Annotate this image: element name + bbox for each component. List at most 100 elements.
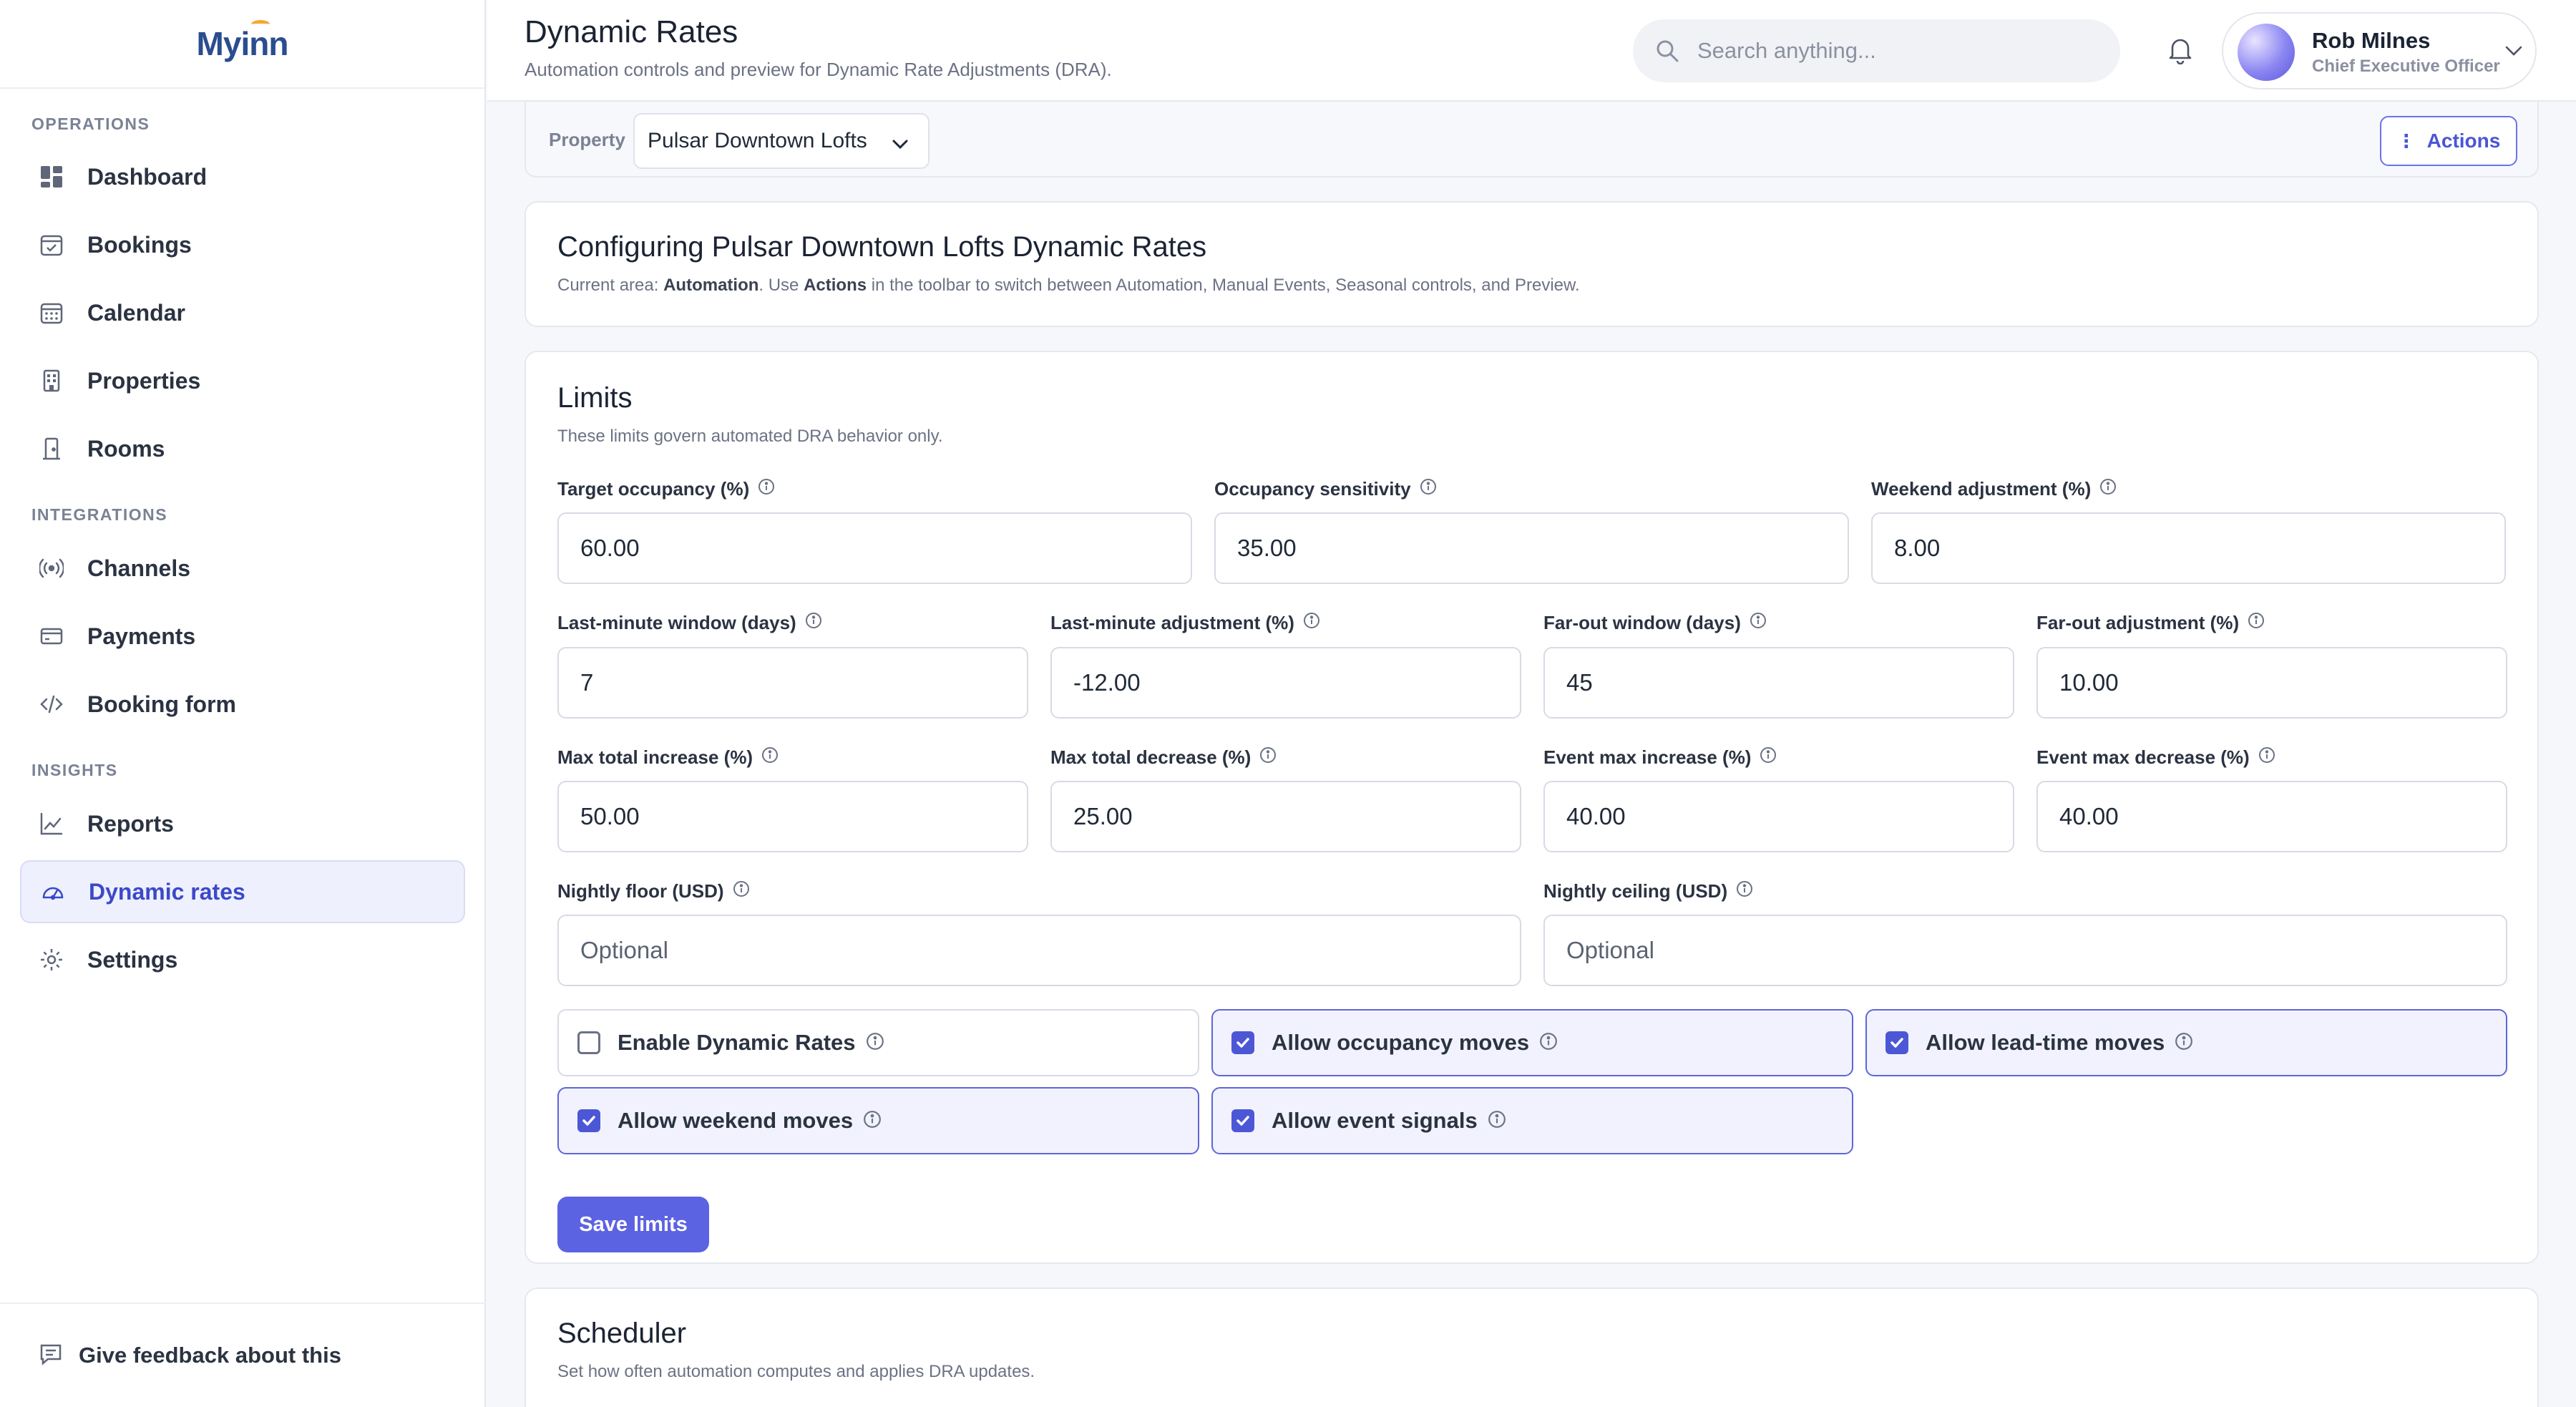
event-max-increase-input[interactable] bbox=[1543, 781, 2014, 852]
limits-card: Limits These limits govern automated DRA… bbox=[525, 351, 2539, 1264]
nightly-floor-label: Nightly floor (USD) bbox=[557, 880, 750, 902]
max-total-increase-label: Max total increase (%) bbox=[557, 746, 779, 769]
search-bar[interactable] bbox=[1633, 19, 2120, 82]
last-minute-window-input[interactable] bbox=[557, 647, 1028, 719]
checkbox-checked-icon bbox=[1885, 1031, 1908, 1054]
sidebar-item-bookings[interactable]: Bookings bbox=[20, 213, 465, 276]
property-select-value: Pulsar Downtown Lofts bbox=[648, 129, 867, 152]
checkbox-unchecked-icon bbox=[577, 1031, 600, 1054]
far-out-adjustment-label: Far-out adjustment (%) bbox=[2036, 612, 2265, 634]
info-icon[interactable] bbox=[2175, 1032, 2193, 1054]
info-icon[interactable] bbox=[863, 1110, 882, 1132]
info-icon[interactable] bbox=[866, 1032, 884, 1054]
comment-icon bbox=[39, 1342, 63, 1370]
sidebar: Myinn OPERATIONS Dashboard Bookings Cale… bbox=[0, 0, 486, 1407]
sidebar-item-dynamic-rates[interactable]: Dynamic rates bbox=[20, 860, 465, 923]
feedback-link[interactable]: Give feedback about this bbox=[0, 1303, 486, 1407]
info-icon[interactable] bbox=[1760, 746, 1777, 769]
event-max-decrease-label: Event max decrease (%) bbox=[2036, 746, 2275, 769]
sidebar-item-calendar[interactable]: Calendar bbox=[20, 281, 465, 344]
sidebar-item-label: Rooms bbox=[87, 435, 165, 462]
sidebar-item-properties[interactable]: Properties bbox=[20, 349, 465, 412]
sidebar-item-payments[interactable]: Payments bbox=[20, 605, 465, 668]
occupancy-sensitivity-input[interactable] bbox=[1214, 512, 1849, 584]
event-max-decrease-input[interactable] bbox=[2036, 781, 2507, 852]
info-icon[interactable] bbox=[1736, 880, 1753, 902]
max-total-decrease-input[interactable] bbox=[1050, 781, 1521, 852]
user-name: Rob Milnes bbox=[2312, 28, 2431, 53]
bell-icon[interactable] bbox=[2167, 36, 2194, 68]
limits-description: These limits govern automated DRA behavi… bbox=[557, 427, 943, 446]
enable-dynamic-rates-checkbox[interactable]: Enable Dynamic Rates bbox=[557, 1009, 1199, 1076]
far-out-adjustment-input[interactable] bbox=[2036, 647, 2507, 719]
sidebar-item-label: Bookings bbox=[87, 231, 192, 258]
scheduler-title: Scheduler bbox=[557, 1318, 687, 1349]
last-minute-adjustment-input[interactable] bbox=[1050, 647, 1521, 719]
property-select[interactable]: Pulsar Downtown Lofts bbox=[633, 113, 930, 169]
sidebar-item-label: Reports bbox=[87, 810, 174, 837]
weekend-adjustment-input[interactable] bbox=[1871, 512, 2506, 584]
nightly-ceiling-input[interactable] bbox=[1543, 915, 2507, 986]
nightly-floor-input[interactable] bbox=[557, 915, 1521, 986]
avatar bbox=[2238, 24, 2295, 81]
occupancy-sensitivity-label: Occupancy sensitivity bbox=[1214, 478, 1437, 500]
scheduler-description: Set how often automation computes and ap… bbox=[557, 1362, 1035, 1381]
info-icon[interactable] bbox=[1259, 746, 1277, 769]
nightly-ceiling-label: Nightly ceiling (USD) bbox=[1543, 880, 1753, 902]
info-icon[interactable] bbox=[805, 612, 822, 634]
broadcast-icon bbox=[39, 555, 64, 581]
info-icon[interactable] bbox=[1539, 1032, 1558, 1054]
search-input[interactable] bbox=[1697, 38, 2098, 64]
max-total-increase-input[interactable] bbox=[557, 781, 1028, 852]
sidebar-item-label: Calendar bbox=[87, 299, 185, 326]
bookings-icon bbox=[39, 232, 64, 258]
info-icon[interactable] bbox=[1303, 612, 1320, 634]
sidebar-item-label: Payments bbox=[87, 623, 196, 649]
info-icon[interactable] bbox=[761, 746, 779, 769]
nav-section-insights: INSIGHTS bbox=[31, 761, 118, 779]
door-icon bbox=[39, 436, 64, 462]
info-icon[interactable] bbox=[1488, 1110, 1506, 1132]
weekend-adjustment-label: Weekend adjustment (%) bbox=[1871, 478, 2117, 500]
page-title: Dynamic Rates bbox=[525, 14, 738, 49]
info-icon[interactable] bbox=[733, 880, 750, 902]
info-icon[interactable] bbox=[2099, 478, 2117, 500]
last-minute-adjustment-label: Last-minute adjustment (%) bbox=[1050, 612, 1320, 634]
info-icon[interactable] bbox=[758, 478, 775, 500]
sidebar-item-label: Channels bbox=[87, 555, 191, 581]
target-occupancy-input[interactable] bbox=[557, 512, 1192, 584]
sidebar-item-settings[interactable]: Settings bbox=[20, 928, 465, 991]
info-icon[interactable] bbox=[2258, 746, 2275, 769]
sidebar-item-label: Settings bbox=[87, 946, 178, 973]
chevron-down-icon bbox=[891, 133, 909, 157]
save-limits-button[interactable]: Save limits bbox=[557, 1197, 709, 1252]
far-out-window-input[interactable] bbox=[1543, 647, 2014, 719]
allow-occupancy-moves-checkbox[interactable]: Allow occupancy moves bbox=[1211, 1009, 1853, 1076]
config-title: Configuring Pulsar Downtown Lofts Dynami… bbox=[557, 231, 1207, 263]
info-icon[interactable] bbox=[1420, 478, 1437, 500]
sidebar-item-dashboard[interactable]: Dashboard bbox=[20, 145, 465, 208]
user-menu[interactable]: Rob Milnes Chief Executive Officer bbox=[2222, 12, 2537, 89]
actions-label: Actions bbox=[2426, 130, 2501, 152]
gear-icon bbox=[39, 947, 64, 973]
sidebar-item-channels[interactable]: Channels bbox=[20, 537, 465, 600]
sidebar-item-label: Dashboard bbox=[87, 163, 208, 190]
sidebar-item-label: Dynamic rates bbox=[89, 878, 245, 905]
dashboard-icon bbox=[39, 164, 64, 190]
event-max-increase-label: Event max increase (%) bbox=[1543, 746, 1777, 769]
sidebar-item-rooms[interactable]: Rooms bbox=[20, 417, 465, 480]
actions-button[interactable]: ⋮ Actions bbox=[2380, 116, 2517, 166]
sidebar-item-reports[interactable]: Reports bbox=[20, 792, 465, 855]
sidebar-item-booking-form[interactable]: Booking form bbox=[20, 673, 465, 736]
allow-lead-time-moves-checkbox[interactable]: Allow lead-time moves bbox=[1865, 1009, 2507, 1076]
calendar-icon bbox=[39, 300, 64, 326]
allow-weekend-moves-checkbox[interactable]: Allow weekend moves bbox=[557, 1087, 1199, 1154]
property-label: Property bbox=[549, 129, 625, 150]
info-icon[interactable] bbox=[2248, 612, 2265, 634]
chart-line-icon bbox=[39, 811, 64, 837]
app-logo[interactable]: Myinn bbox=[197, 20, 288, 63]
max-total-decrease-label: Max total decrease (%) bbox=[1050, 746, 1277, 769]
checkbox-checked-icon bbox=[577, 1109, 600, 1132]
info-icon[interactable] bbox=[1750, 612, 1767, 634]
allow-event-signals-checkbox[interactable]: Allow event signals bbox=[1211, 1087, 1853, 1154]
